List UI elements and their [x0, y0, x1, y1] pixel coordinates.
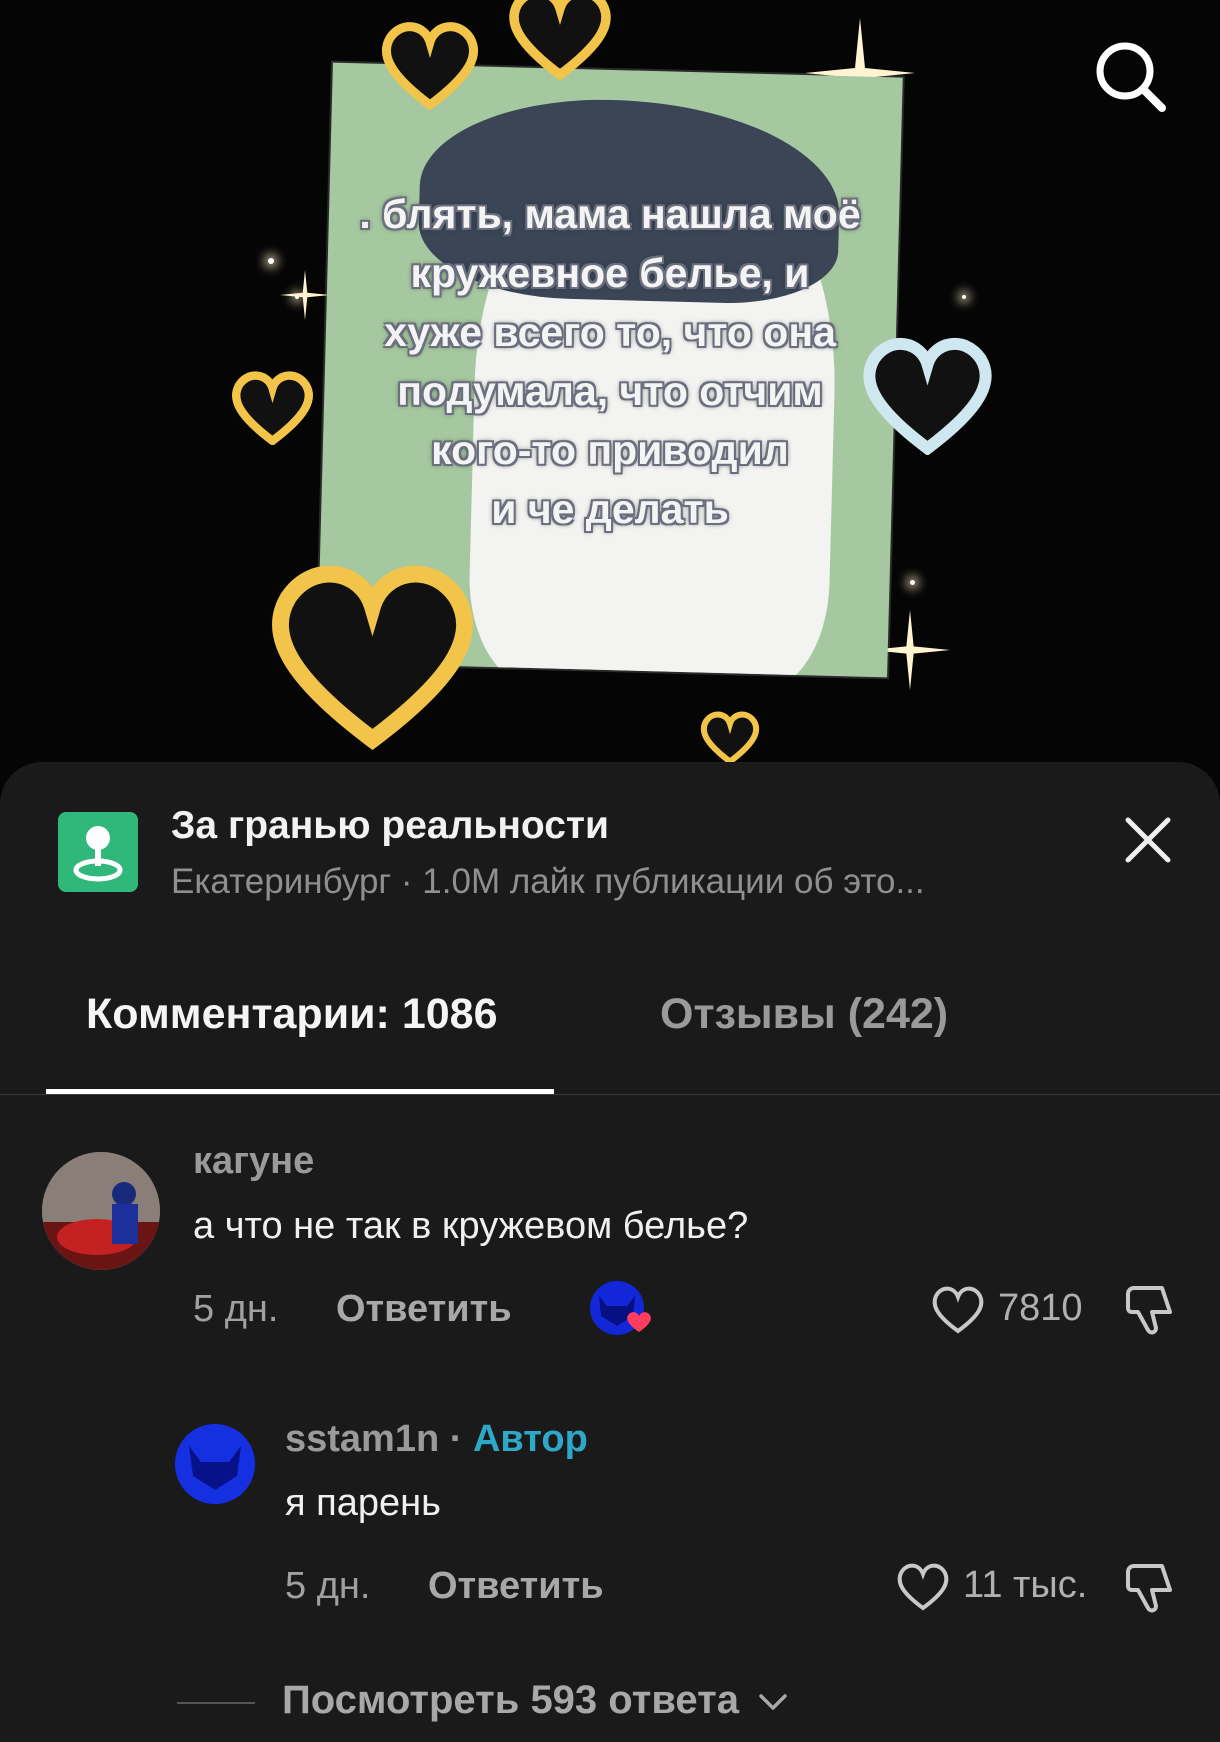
close-icon[interactable]: [1120, 812, 1176, 868]
tab-reviews[interactable]: Отзывы (242): [660, 990, 948, 1039]
playlist-title[interactable]: За гранью реальности: [171, 804, 609, 848]
tab-comments[interactable]: Комментарии: 1086: [86, 990, 497, 1039]
comment-username[interactable]: кагуне: [193, 1140, 314, 1183]
reply-time: 5 дн.: [285, 1565, 371, 1607]
view-replies-button[interactable]: Посмотреть 593 ответа: [282, 1678, 788, 1723]
heart-icon[interactable]: [930, 1283, 986, 1335]
chevron-down-icon: [759, 1694, 787, 1711]
author-badge: Автор: [472, 1418, 588, 1460]
caption-line: кружевное белье, и: [410, 250, 810, 296]
reply-username-row: sstam1n · Автор: [285, 1418, 588, 1461]
video-player[interactable]: . блять, мама нашла моё кружевное белье,…: [0, 0, 1220, 790]
caption-line: подумала, что отчим: [397, 368, 823, 414]
playlist-subtitle: Екатеринбург · 1.0M лайк публикации об э…: [171, 862, 925, 901]
heart-decoration-icon: [509, 0, 611, 80]
comment-time: 5 дн.: [193, 1288, 279, 1330]
separator: ·: [449, 1418, 463, 1460]
reply-username[interactable]: sstam1n: [285, 1418, 439, 1460]
reply-text: я парень: [285, 1482, 441, 1524]
avatar[interactable]: [175, 1424, 255, 1504]
caption-line: хуже всего то, что она: [384, 309, 836, 355]
search-icon[interactable]: [1090, 36, 1170, 116]
view-replies-label: Посмотреть 593 ответа: [282, 1678, 739, 1722]
like-count: 11 тыс.: [963, 1564, 1088, 1606]
caption-line: кого-то приводил: [431, 427, 789, 473]
video-caption: . блять, мама нашла моё кружевное белье,…: [320, 185, 900, 539]
dislike-icon[interactable]: [1122, 1282, 1178, 1338]
heart-decoration-icon: [700, 711, 760, 765]
reply-button[interactable]: Ответить: [336, 1288, 512, 1331]
heart-decoration-icon: [272, 565, 473, 750]
reply-button[interactable]: Ответить: [428, 1565, 604, 1608]
dislike-icon[interactable]: [1122, 1560, 1178, 1616]
sparkle-dot: [268, 258, 274, 264]
sparkle-dot: [962, 295, 966, 299]
map-pin-icon[interactable]: [58, 812, 138, 892]
caption-line: . блять, мама нашла моё: [359, 191, 861, 237]
creator-liked-icon: [589, 1280, 653, 1336]
tabs-divider: [0, 1094, 1220, 1095]
comment-text: а что не так в кружевом белье?: [193, 1205, 749, 1247]
heart-decoration-icon: [232, 371, 313, 445]
heart-icon[interactable]: [895, 1560, 951, 1612]
caption-line: и че делать: [491, 486, 729, 532]
replies-line: [177, 1702, 255, 1704]
heart-decoration-icon: [381, 22, 479, 110]
avatar[interactable]: [42, 1152, 160, 1270]
sparkle-dot: [910, 580, 915, 585]
like-count: 7810: [998, 1287, 1083, 1329]
